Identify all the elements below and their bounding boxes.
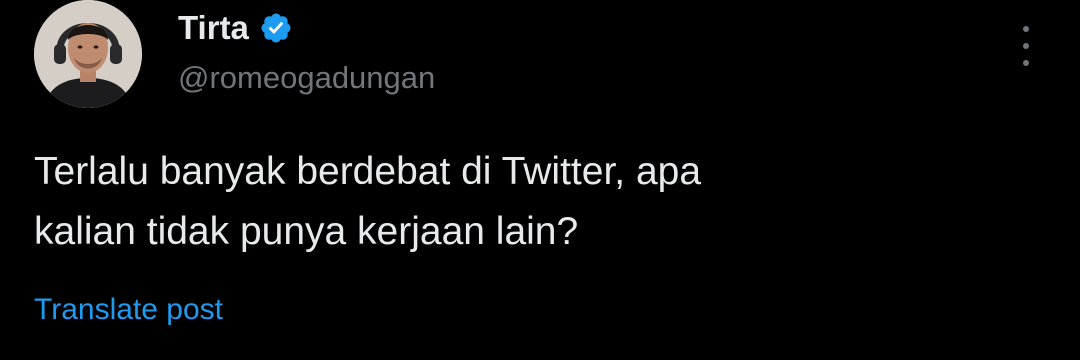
post-text-line: kalian tidak punya kerjaan lain? (34, 210, 579, 253)
more-options-icon[interactable] (1014, 26, 1038, 66)
author-name[interactable]: Tirta (178, 8, 293, 48)
author-handle[interactable]: @romeogadungan (178, 58, 435, 98)
author-name-text: Tirta (178, 9, 249, 46)
more-dot (1023, 26, 1029, 32)
tweet-card: Tirta @romeogadungan Terlalu banyak berd… (0, 0, 1080, 360)
post-text: Terlalu banyak berdebat di Twitter, apa … (34, 142, 1014, 262)
more-dot (1023, 43, 1029, 49)
more-dot (1023, 60, 1029, 66)
avatar[interactable] (34, 0, 142, 108)
avatar-photo (34, 0, 142, 108)
post-text-line: Terlalu banyak berdebat di Twitter, apa (34, 150, 702, 193)
translate-post-link[interactable]: Translate post (34, 290, 223, 330)
verified-badge-icon (261, 13, 291, 43)
